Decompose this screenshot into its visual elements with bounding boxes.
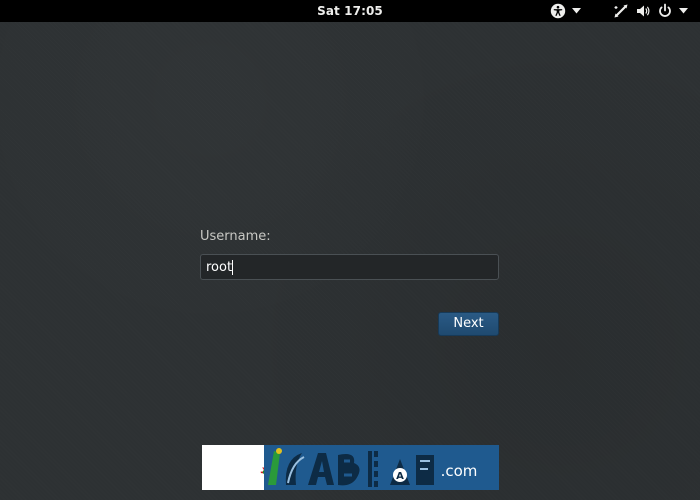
login-form: Username: root	[200, 228, 499, 280]
chevron-down-icon	[571, 8, 581, 14]
watermark-logo-graphic: A .com	[264, 445, 499, 490]
watermark-domain-text: .com	[441, 462, 478, 480]
clock[interactable]: Sat 17:05	[0, 0, 700, 22]
system-menu-button[interactable]	[606, 0, 694, 22]
accessibility-icon	[550, 3, 566, 19]
network-disconnected-icon	[613, 3, 629, 19]
volume-icon	[635, 3, 651, 19]
chevron-down-icon	[678, 8, 688, 14]
text-cursor	[232, 259, 234, 275]
watermark-persian-text: تی ترفند آی	[202, 445, 317, 490]
username-input[interactable]: root	[200, 254, 499, 280]
top-bar: Sat 17:05	[0, 0, 700, 22]
svg-text:A: A	[396, 471, 404, 482]
accessibility-menu-button[interactable]	[545, 0, 585, 22]
power-icon	[657, 3, 673, 19]
watermark-logo: تی ترفند آی A .com	[202, 445, 499, 490]
username-value: root	[206, 259, 233, 275]
username-label: Username:	[200, 229, 271, 244]
next-button[interactable]: Next	[438, 312, 499, 336]
